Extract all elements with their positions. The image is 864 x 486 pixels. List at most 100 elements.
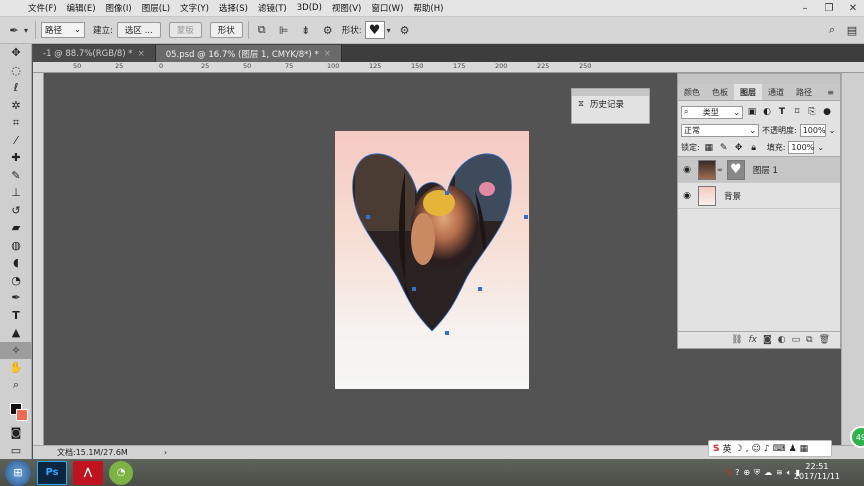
healing-tool-icon[interactable]: ✚ (0, 149, 32, 167)
magic-wand-tool-icon[interactable]: ✲ (0, 97, 32, 115)
lock-image-icon[interactable]: ✎ (718, 142, 730, 154)
history-panel-button[interactable]: ⧖ 历史记录 (572, 96, 649, 112)
layer-row-background[interactable]: ◉ 背景 (678, 183, 840, 209)
lock-position-icon[interactable]: ✥ (733, 142, 745, 154)
tab-document-1[interactable]: -1 @ 88.7%(RGB/8) * × (33, 45, 156, 62)
restore-icon[interactable]: ❐ (824, 3, 834, 14)
filter-toggle-icon[interactable]: ● (821, 106, 833, 118)
emoji-icon[interactable]: ☺ (751, 444, 760, 454)
anchor-point[interactable] (524, 215, 528, 219)
search-icon[interactable]: ⌕ (824, 22, 840, 38)
type-tool-icon[interactable]: T (0, 307, 32, 325)
mic-icon[interactable]: ♪ (764, 444, 770, 454)
chevron-right-icon[interactable]: › (164, 448, 167, 457)
sogou-icon[interactable]: S (713, 444, 719, 454)
path-selection-tool-icon[interactable]: ▲ (0, 324, 32, 342)
custom-shape-tool-icon[interactable]: ✧ (0, 341, 32, 359)
screen-mode-icon[interactable]: ▭ (0, 442, 32, 460)
crop-tool-icon[interactable]: ⌗ (0, 114, 32, 132)
cloud-icon[interactable]: ☁ (764, 468, 772, 477)
chevron-down-icon[interactable]: ▾ (385, 22, 393, 38)
sogou-tray-icon[interactable]: S (726, 468, 731, 477)
marquee-tool-icon[interactable]: ◌ (0, 62, 32, 80)
shape-filter-icon[interactable]: ⌑ (791, 106, 803, 118)
adjustment-icon[interactable]: ◐ (778, 335, 786, 345)
security-icon[interactable]: ⛨ (754, 468, 760, 478)
panel-drag-handle[interactable] (678, 74, 840, 84)
anchor-point[interactable] (412, 287, 416, 291)
blend-mode-select[interactable]: 正常 ⌄ (681, 123, 759, 137)
shape-button[interactable]: 形状 (209, 22, 243, 38)
taskbar-app[interactable]: ◔ (109, 460, 133, 485)
menu-view[interactable]: 视图(V) (332, 2, 361, 14)
trash-icon[interactable]: 🗑︎ (819, 335, 830, 345)
panel-title-bar[interactable] (572, 89, 649, 96)
menu-file[interactable]: 文件(F) (28, 2, 57, 14)
mask-button[interactable]: 蒙版 (168, 22, 202, 38)
document-canvas[interactable] (335, 131, 529, 389)
network-icon[interactable]: ⊕ (743, 468, 750, 477)
mask-icon[interactable]: ◙ (763, 335, 772, 345)
pen-tool-preset-icon[interactable]: ✒ (6, 22, 22, 38)
eraser-tool-icon[interactable]: ▰ (0, 219, 32, 237)
anchor-point[interactable] (445, 191, 449, 195)
tab-color[interactable]: 颜色 (678, 84, 706, 100)
lasso-tool-icon[interactable]: ℓ (0, 79, 32, 97)
close-icon[interactable]: ✕ (848, 3, 858, 14)
start-button[interactable]: ⊞ (5, 459, 31, 486)
link-icon[interactable]: ∞ (717, 166, 723, 174)
chevron-down-icon[interactable]: ⌄ (829, 126, 836, 135)
punctuation-icon[interactable]: , (746, 444, 749, 454)
menu-help[interactable]: 帮助(H) (413, 2, 443, 14)
clock[interactable]: 22:51 2017/11/11 (794, 462, 840, 482)
workspace-icon[interactable]: ▤ (844, 22, 860, 38)
shape-picker[interactable]: ♥ (364, 21, 385, 39)
fill-field[interactable]: 100% (788, 141, 815, 154)
history-brush-tool-icon[interactable]: ↺ (0, 202, 32, 220)
ime-language[interactable]: 英 (722, 442, 731, 455)
hand-tool-icon[interactable]: ✋ (0, 359, 32, 377)
menu-type[interactable]: 文字(Y) (180, 2, 209, 14)
pixel-filter-icon[interactable]: ▣ (746, 106, 758, 118)
grid-icon[interactable]: ▦ (800, 444, 809, 454)
filter-kind-select[interactable]: ⌕ 类型 ⌄ (681, 105, 743, 119)
tab-channels[interactable]: 通道 (762, 84, 790, 100)
tab-document-2[interactable]: 05.psd @ 16.7% (图层 1, CMYK/8*) * × (155, 45, 342, 62)
help-icon[interactable]: ? (735, 468, 739, 477)
menu-image[interactable]: 图像(I) (106, 2, 132, 14)
tab-layers[interactable]: 图层 (734, 84, 762, 100)
moon-icon[interactable]: ☽ (735, 444, 743, 454)
menu-filter[interactable]: 滤镜(T) (258, 2, 287, 14)
type-filter-icon[interactable]: T (776, 106, 788, 118)
paint-bucket-tool-icon[interactable]: ◍ (0, 237, 32, 255)
blur-tool-icon[interactable]: ◖ (0, 254, 32, 272)
opacity-field[interactable]: 100% (799, 123, 826, 137)
skin-icon[interactable]: ♟ (789, 444, 797, 454)
heart-shaped-photo[interactable] (335, 131, 529, 389)
tab-paths[interactable]: 路径 (790, 84, 818, 100)
dodge-tool-icon[interactable]: ◔ (0, 272, 32, 290)
minimize-icon[interactable]: – (800, 3, 810, 14)
wifi-icon[interactable]: ≋ (776, 468, 783, 477)
pen-tool-icon[interactable]: ✒ (0, 289, 32, 307)
anchor-point[interactable] (445, 331, 449, 335)
chevron-down-icon[interactable]: ▾ (22, 22, 30, 38)
menu-window[interactable]: 窗口(W) (371, 2, 403, 14)
brush-tool-icon[interactable]: ✎ (0, 167, 32, 185)
fx-icon[interactable]: fx (749, 335, 758, 345)
settings-icon[interactable]: ⚙ (397, 22, 413, 38)
layer-row-1[interactable]: ◉ ∞ ♥ 图层 1 (678, 157, 840, 183)
anchor-point[interactable] (366, 215, 370, 219)
chevron-down-icon[interactable]: ⌄ (817, 143, 824, 152)
link-icon[interactable]: ⛓ (731, 335, 742, 345)
menu-edit[interactable]: 编辑(E) (67, 2, 96, 14)
adjustment-filter-icon[interactable]: ◐ (761, 106, 773, 118)
taskbar-acrobat[interactable]: ⋀ (73, 460, 103, 485)
volume-icon[interactable]: 🔈︎ (787, 468, 792, 478)
smart-object-filter-icon[interactable]: ⎘ (806, 106, 818, 118)
new-layer-icon[interactable]: ⧉ (806, 335, 812, 345)
path-arrangement-icon[interactable]: ⇟ (298, 22, 314, 38)
canvas-area[interactable] (44, 73, 676, 445)
menu-layer[interactable]: 图层(L) (142, 2, 170, 14)
lock-transparent-icon[interactable]: ▦ (703, 142, 715, 154)
